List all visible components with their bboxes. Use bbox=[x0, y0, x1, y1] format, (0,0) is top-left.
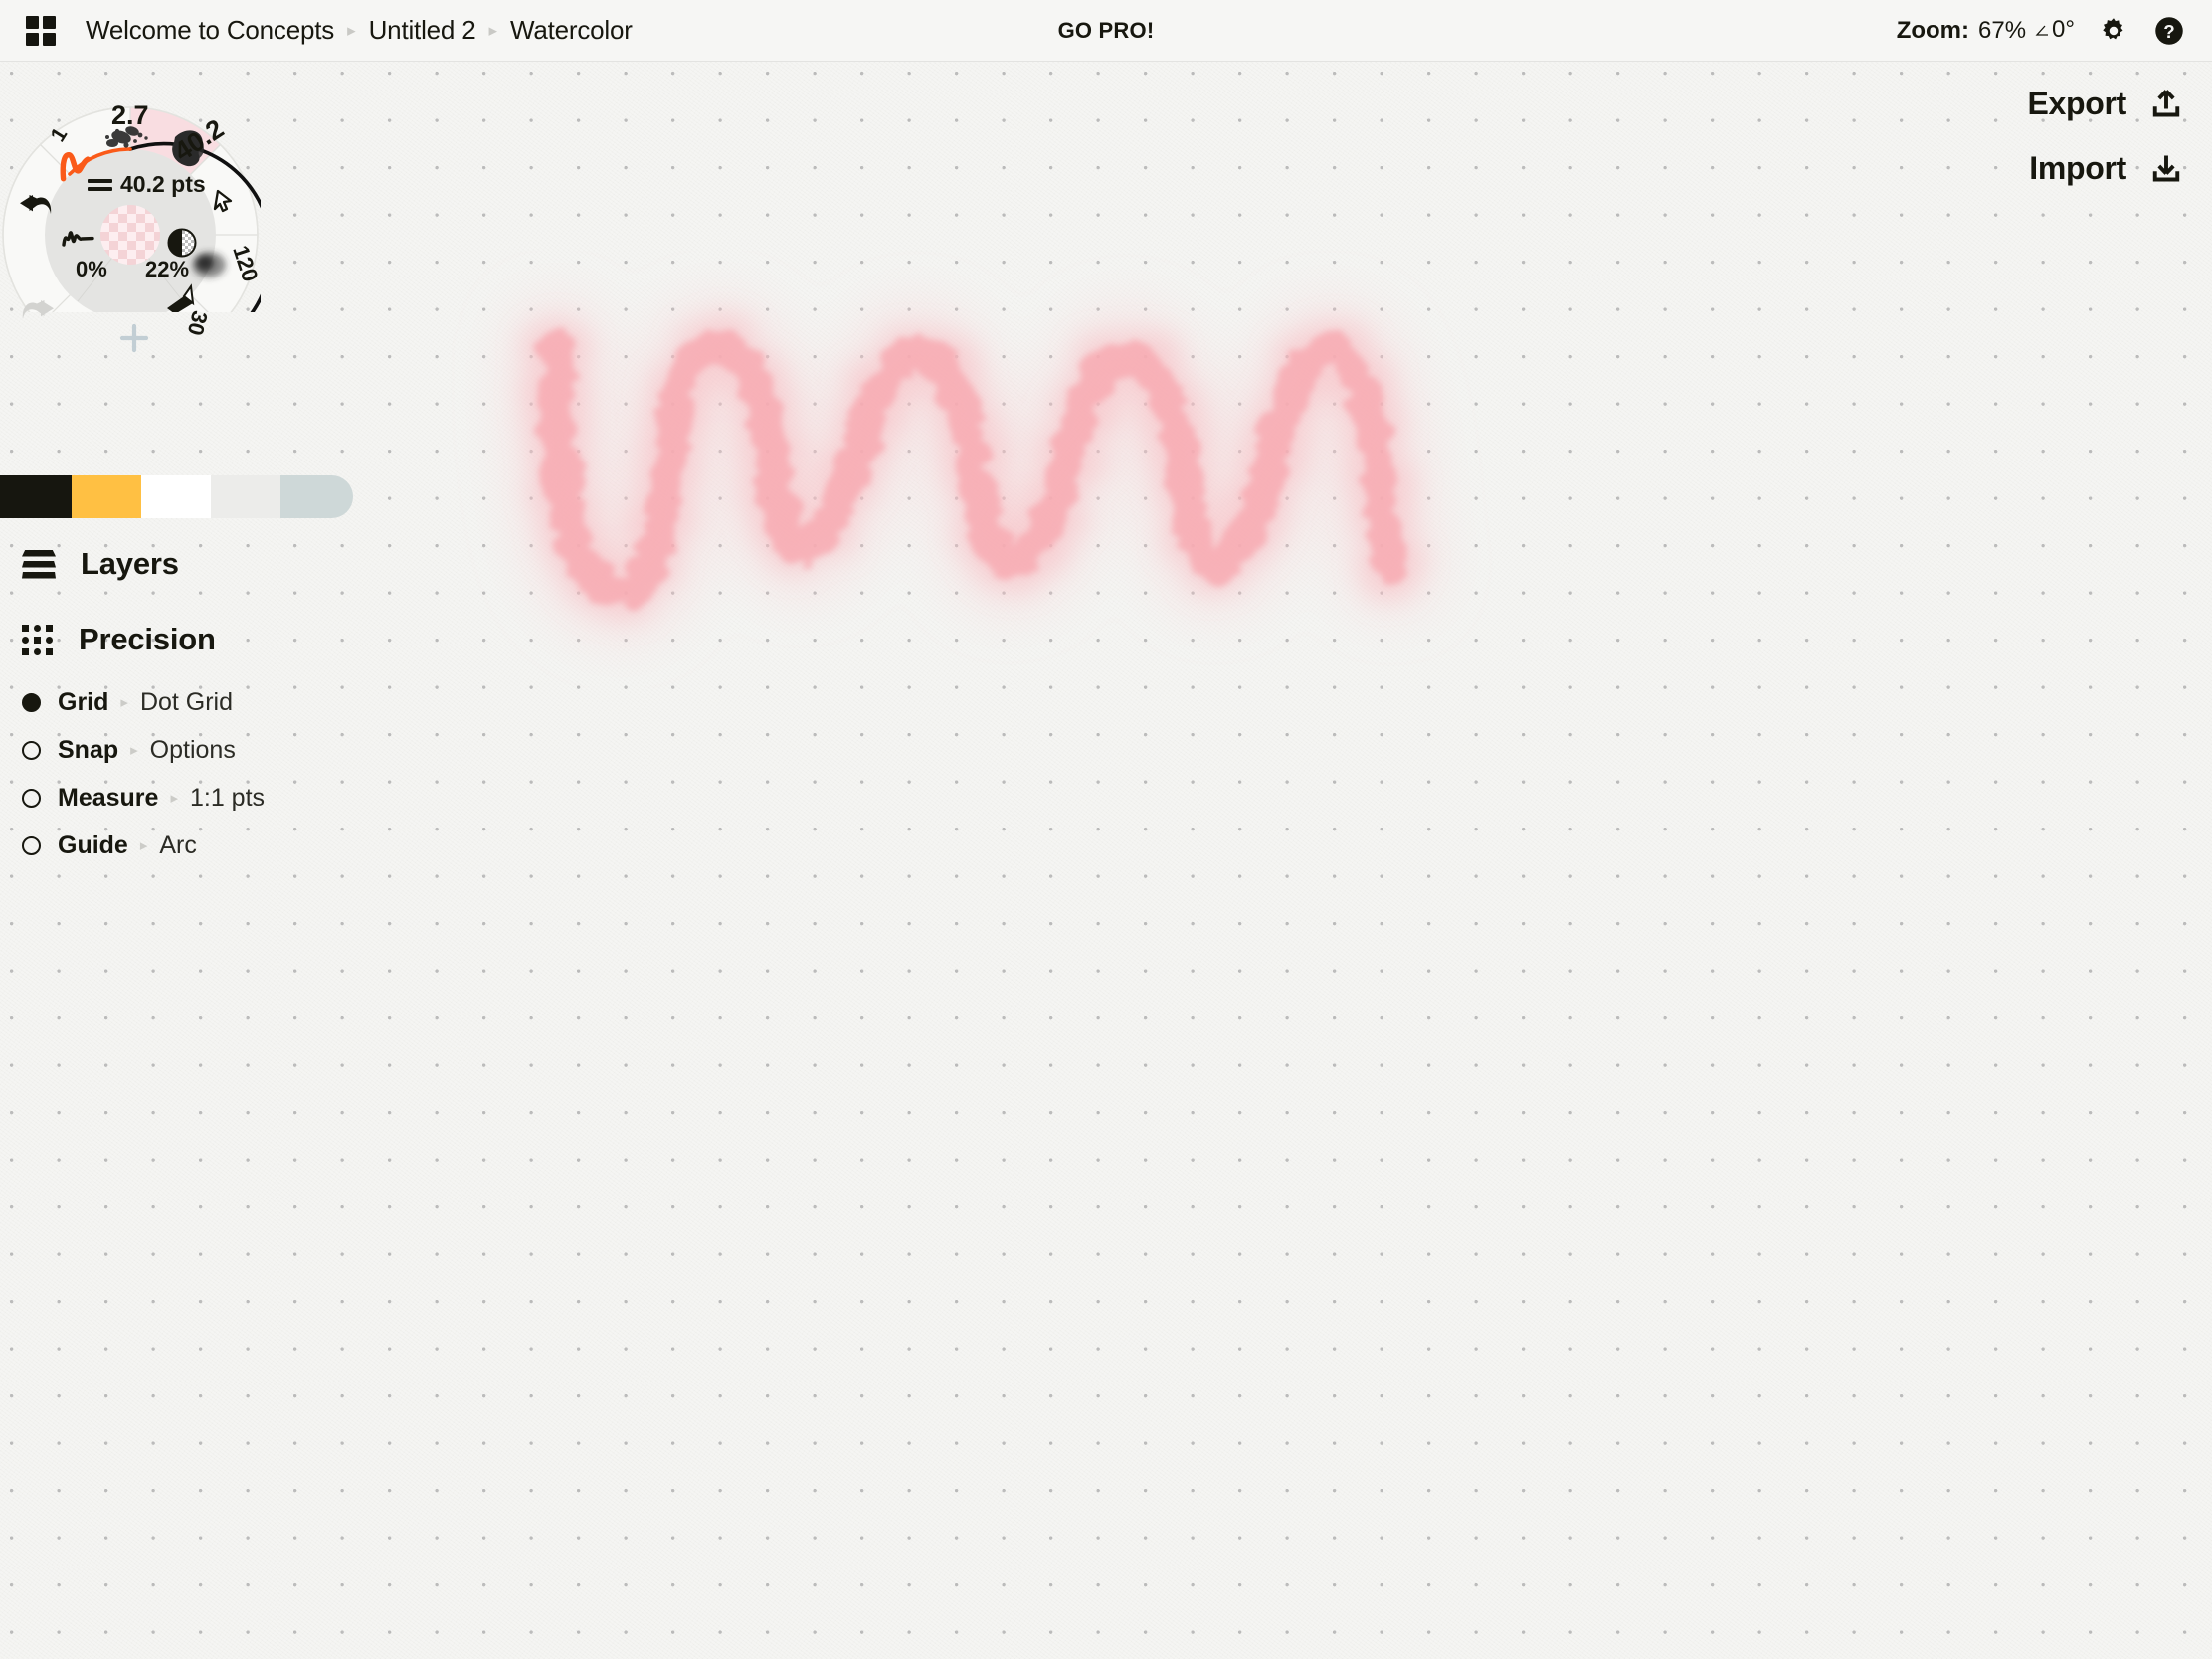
precision-row-grid[interactable]: Grid ▸ Dot Grid bbox=[0, 678, 418, 726]
brush-preview-airbrush bbox=[192, 252, 226, 277]
swatch-bluegray[interactable] bbox=[280, 475, 353, 518]
help-circle-icon[interactable]: ? bbox=[2152, 14, 2186, 48]
grid-label: Grid bbox=[58, 687, 109, 716]
precision-row-snap[interactable]: Snap ▸ Options bbox=[0, 726, 418, 774]
svg-text:?: ? bbox=[2163, 20, 2174, 41]
measure-toggle-indicator[interactable] bbox=[22, 788, 41, 808]
brush-size-value: 40.2 pts bbox=[120, 171, 206, 197]
chevron-right-icon: ▸ bbox=[488, 21, 497, 40]
precision-label: Precision bbox=[79, 622, 216, 656]
layers-stack-icon bbox=[22, 549, 56, 579]
chevron-right-icon: ▸ bbox=[120, 693, 128, 711]
angle-icon bbox=[2035, 25, 2049, 36]
brush-size-readout[interactable]: 40.2 pts bbox=[88, 171, 206, 198]
opacity-value: 22% bbox=[145, 257, 190, 281]
grid-menu-icon[interactable] bbox=[26, 15, 56, 46]
chevron-right-icon: ▸ bbox=[139, 836, 148, 854]
go-pro-button[interactable]: GO PRO! bbox=[1058, 18, 1155, 44]
swatch-amber[interactable] bbox=[72, 475, 141, 518]
guide-label: Guide bbox=[58, 830, 128, 859]
smoothing-value: 0% bbox=[76, 257, 107, 281]
zoom-value: 67% bbox=[1978, 17, 2027, 45]
chevron-right-icon: ▸ bbox=[170, 789, 178, 807]
import-label: Import bbox=[2029, 150, 2126, 186]
snap-value[interactable]: Options bbox=[150, 736, 236, 765]
export-label: Export bbox=[2027, 86, 2126, 121]
precision-button[interactable]: Precision bbox=[0, 613, 418, 666]
swatch-white[interactable] bbox=[141, 475, 211, 518]
radial-tool-wheel[interactable]: 1 2.7 40.2 120 30 40.2 pts 0% 22% bbox=[0, 46, 263, 353]
undo-button[interactable] bbox=[17, 189, 57, 230]
rotation-value: 0° bbox=[2052, 15, 2075, 43]
gear-icon[interactable] bbox=[2097, 14, 2130, 48]
download-tray-icon bbox=[2152, 155, 2180, 181]
breadcrumb: Welcome to Concepts ▸ Untitled 2 ▸ Water… bbox=[86, 15, 633, 46]
grid-value[interactable]: Dot Grid bbox=[140, 688, 233, 717]
zoom-label: Zoom: bbox=[1896, 17, 1969, 45]
chevron-right-icon: ▸ bbox=[130, 741, 138, 759]
measure-value[interactable]: 1:1 pts bbox=[190, 784, 265, 813]
layers-button[interactable]: Layers bbox=[0, 537, 418, 591]
swatch-black[interactable] bbox=[0, 475, 72, 518]
precision-row-measure[interactable]: Measure ▸ 1:1 pts bbox=[0, 774, 418, 822]
stroke-weight-icon bbox=[88, 178, 112, 191]
zoom-readout[interactable]: Zoom: 67% 0° bbox=[1897, 16, 2075, 46]
swatch-lightgray[interactable] bbox=[211, 475, 280, 518]
precision-dots-icon bbox=[22, 624, 54, 655]
export-button[interactable]: Export bbox=[2027, 86, 2184, 122]
snap-toggle-indicator[interactable] bbox=[22, 740, 41, 760]
redo-button[interactable] bbox=[17, 294, 57, 335]
precision-options-list: Grid ▸ Dot Grid Snap ▸ Options Measure ▸… bbox=[0, 678, 418, 869]
left-panel: Layers Precision Grid ▸ Dot Grid Snap ▸ … bbox=[0, 537, 418, 869]
grid-toggle-indicator[interactable] bbox=[22, 692, 41, 712]
measure-label: Measure bbox=[58, 783, 159, 812]
guide-toggle-indicator[interactable] bbox=[22, 835, 41, 855]
layers-label: Layers bbox=[81, 546, 179, 581]
rotation-readout: 0° bbox=[2035, 16, 2075, 44]
snap-label: Snap bbox=[58, 735, 119, 764]
io-buttons: Export Import bbox=[2027, 86, 2184, 187]
transparent-checker-swatch[interactable] bbox=[100, 205, 160, 265]
upload-tray-icon bbox=[2152, 89, 2180, 116]
precision-row-guide[interactable]: Guide ▸ Arc bbox=[0, 822, 418, 869]
topbar-right-group: Zoom: 67% 0° ? bbox=[1897, 14, 2186, 48]
chevron-right-icon: ▸ bbox=[347, 21, 356, 40]
top-toolbar: Welcome to Concepts ▸ Untitled 2 ▸ Water… bbox=[0, 0, 2212, 62]
guide-value[interactable]: Arc bbox=[159, 831, 197, 860]
undo-arrow-icon bbox=[20, 195, 52, 214]
breadcrumb-item-gallery[interactable]: Welcome to Concepts bbox=[86, 15, 334, 46]
breadcrumb-item-project[interactable]: Untitled 2 bbox=[369, 15, 476, 46]
import-button[interactable]: Import bbox=[2029, 150, 2184, 187]
redo-arrow-icon bbox=[22, 300, 54, 319]
breadcrumb-item-drawing[interactable]: Watercolor bbox=[510, 15, 633, 46]
color-palette-strip bbox=[0, 475, 353, 518]
